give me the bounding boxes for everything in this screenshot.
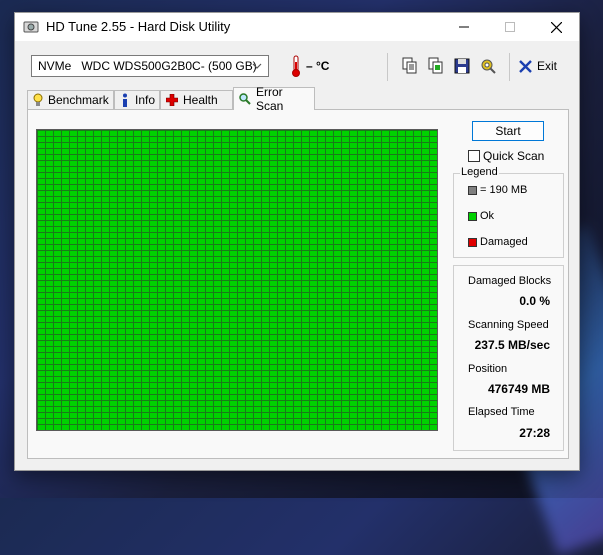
stats-group [453,265,564,451]
toolbar-separator [509,53,510,81]
chevron-down-icon [252,63,262,69]
exit-label: Exit [537,59,558,73]
hard-disk-icon [23,21,39,33]
close-icon [550,21,562,33]
damaged-blocks-label: Damaged Blocks [468,275,552,287]
legend-label: Ok [480,210,495,222]
window-title: HD Tune 2.55 - Hard Disk Utility [46,19,231,34]
tab-info[interactable]: Info [114,90,160,109]
floppy-disk-icon [454,58,470,74]
tab-label: Health [183,93,218,107]
drive-select-value: NVMe WDC WDS500G2B0C- (500 GB) [38,59,257,73]
tab-benchmark[interactable]: Benchmark [27,90,114,109]
quick-scan-label: Quick Scan [483,149,545,163]
copy-info-button[interactable] [399,55,421,77]
save-button[interactable] [451,55,473,77]
start-button[interactable]: Start [472,121,544,141]
legend-label: Damaged [480,236,528,248]
elapsed-time-value: 27:28 [519,426,550,440]
red-swatch [468,237,477,247]
app-window: HD Tune 2.55 - Hard Disk Utility NVMe WD… [14,12,580,471]
position-label: Position [468,363,508,375]
toolbar-separator [387,53,388,81]
drive-select[interactable]: NVMe WDC WDS500G2B0C- (500 GB) [31,55,269,77]
legend-item-damaged: Damaged [468,236,528,248]
health-cross-icon [166,93,178,107]
minimize-button[interactable] [441,13,487,41]
maximize-button[interactable] [487,13,533,41]
exit-x-icon [519,59,532,73]
legend-item-ok: Ok [468,210,494,222]
tab-label: Error Scan [256,85,284,113]
thermometer-icon [292,55,300,77]
options-wrench-icon [481,59,496,74]
close-button[interactable] [533,13,579,41]
scanning-speed-value: 237.5 MB/sec [474,338,550,352]
copy-icon [402,57,417,74]
block-map-grid [36,129,438,431]
copy-screenshot-button[interactable] [425,55,447,77]
exit-button[interactable]: Exit [519,55,557,77]
error-scan-panel: Start Quick Scan Legend = 190 MB Ok Dama… [27,109,569,459]
legend-item-block-size: = 190 MB [468,184,527,196]
minimize-icon [459,26,469,28]
legend-title: Legend [460,166,499,178]
info-icon [120,93,130,107]
damaged-blocks-value: 0.0 % [519,294,550,308]
temperature-readout: – °C [306,59,330,73]
title-bar: HD Tune 2.55 - Hard Disk Utility [15,13,579,41]
tab-health[interactable]: Health [160,90,233,109]
scanning-speed-label: Scanning Speed [468,319,549,331]
tab-label: Benchmark [48,93,109,107]
checkbox-box[interactable] [468,150,480,162]
options-button[interactable] [477,55,499,77]
start-label: Start [495,124,521,138]
magnifier-icon [239,92,251,106]
maximize-icon [505,22,515,32]
quick-scan-checkbox[interactable]: Quick Scan [468,149,544,163]
lightbulb-icon [33,93,43,107]
copy-green-icon [428,57,443,74]
tab-error-scan[interactable]: Error Scan [233,85,315,113]
tab-label: Info [135,93,156,107]
legend-label: = 190 MB [480,184,528,196]
position-value: 476749 MB [487,382,550,396]
green-swatch [468,211,477,221]
gray-swatch [468,185,477,195]
elapsed-time-label: Elapsed Time [468,406,535,418]
